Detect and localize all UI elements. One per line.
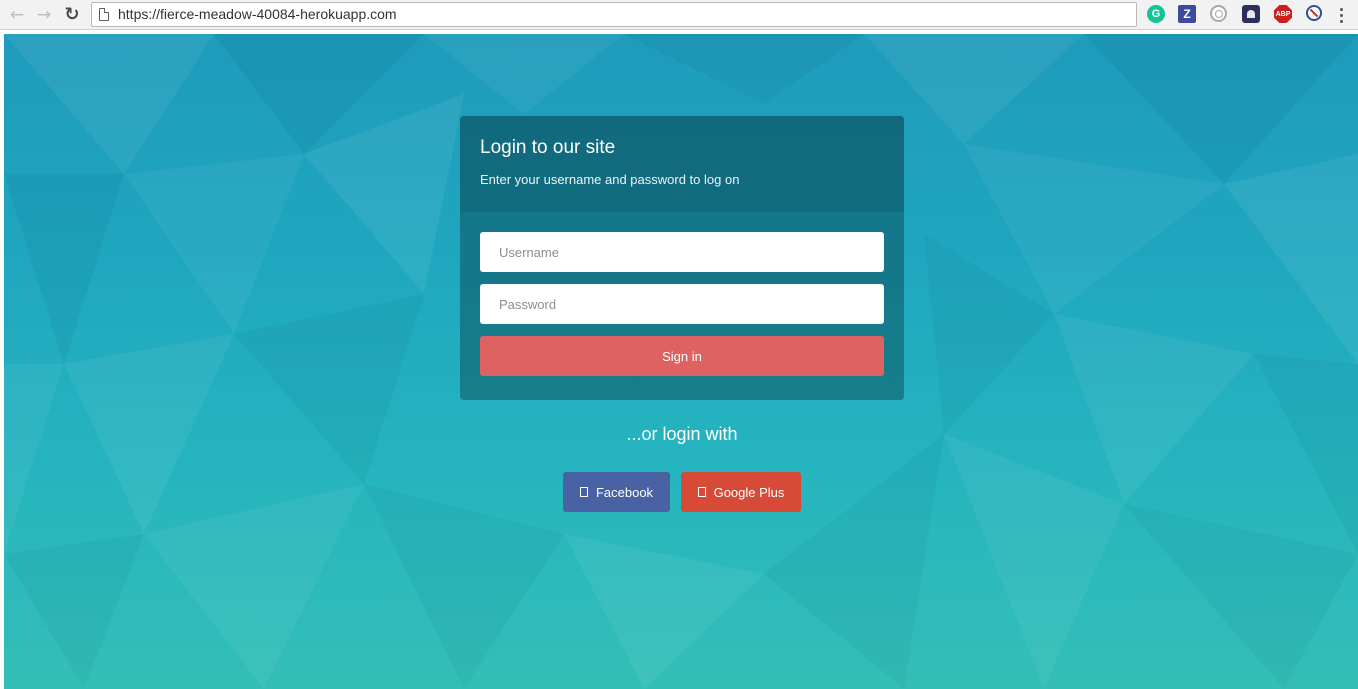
back-arrow-icon[interactable]: ←	[6, 4, 28, 26]
menu-dot	[1339, 13, 1343, 17]
username-field[interactable]	[480, 232, 884, 272]
url-text[interactable]: https://fierce-meadow-40084-herokuapp.co…	[118, 6, 397, 22]
menu-dot	[1339, 19, 1343, 23]
facebook-label: Facebook	[595, 484, 654, 500]
google-plus-login-button[interactable]: Google Plus	[681, 472, 801, 512]
sign-in-button[interactable]: Sign in	[480, 336, 884, 376]
bug-extension-icon[interactable]	[1242, 5, 1260, 23]
login-card: Login to our site Enter your username an…	[460, 116, 904, 400]
facebook-login-button[interactable]: Facebook	[563, 472, 670, 512]
page-icon	[99, 8, 109, 21]
browser-menu-icon[interactable]	[1335, 5, 1347, 25]
page-viewport: Login to our site Enter your username an…	[4, 34, 1358, 689]
reload-icon[interactable]: ↻	[61, 4, 83, 26]
facebook-icon	[579, 487, 588, 497]
login-title: Login to our site	[480, 137, 616, 158]
google-plus-icon	[697, 487, 706, 497]
grammarly-icon[interactable]: G	[1147, 5, 1165, 23]
zotero-icon[interactable]: Z	[1178, 5, 1196, 23]
address-bar[interactable]: https://fierce-meadow-40084-herokuapp.co…	[91, 2, 1137, 27]
sign-in-label: Sign in	[662, 348, 702, 364]
alt-login-text: ...or login with	[626, 424, 738, 444]
forward-arrow-icon[interactable]: →	[33, 4, 55, 26]
adblock-plus-icon[interactable]: ABP	[1274, 5, 1292, 23]
block-extension-icon[interactable]	[1306, 5, 1322, 21]
login-subtitle: Enter your username and password to log …	[480, 172, 740, 187]
password-field[interactable]	[480, 284, 884, 324]
login-card-header: Login to our site Enter your username an…	[460, 116, 904, 212]
browser-toolbar: ← → ↻ https://fierce-meadow-40084-heroku…	[0, 0, 1358, 30]
ring-extension-icon[interactable]	[1210, 5, 1227, 22]
menu-dot	[1339, 7, 1343, 11]
google-plus-label: Google Plus	[713, 484, 785, 500]
